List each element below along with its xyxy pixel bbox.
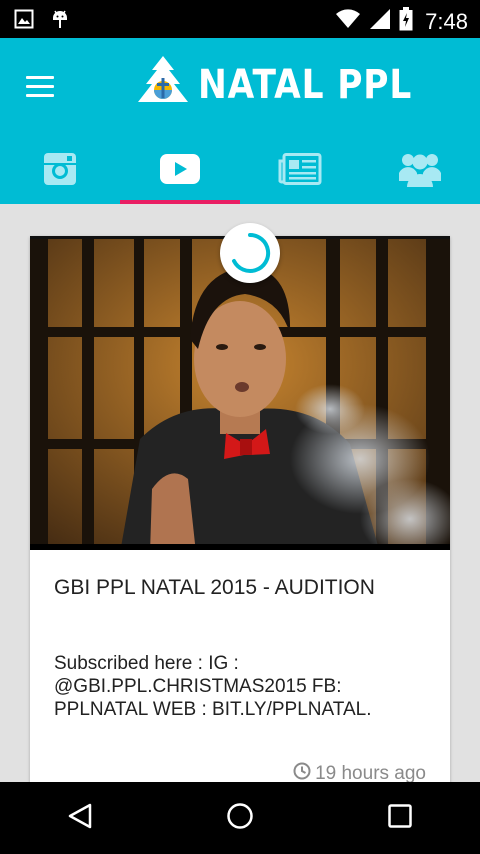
recents-button[interactable] <box>360 788 440 848</box>
brand-logo: NATAL PPL <box>136 54 447 115</box>
video-description: Subscribed here : IG : @GBI.PPL.CHRISTMA… <box>54 653 372 720</box>
loading-spinner <box>220 223 280 283</box>
tab-group[interactable] <box>360 138 480 204</box>
youtube-icon <box>160 153 200 189</box>
video-feed[interactable]: GBI PPL NATAL 2015 - AUDITION Subscribed… <box>0 204 480 782</box>
news-icon <box>278 152 322 190</box>
home-button[interactable] <box>200 788 280 848</box>
system-nav-bar <box>0 782 480 854</box>
tab-instagram[interactable] <box>0 138 120 204</box>
battery-icon <box>399 7 413 36</box>
group-icon <box>398 151 442 192</box>
app-bar: NATAL PPL <box>0 38 480 204</box>
tab-news[interactable] <box>240 138 360 204</box>
recents-icon <box>387 803 413 834</box>
android-icon <box>50 8 70 35</box>
home-icon <box>225 801 255 836</box>
tree-logo-icon <box>136 54 190 115</box>
back-icon <box>66 802 94 835</box>
video-thumbnail[interactable] <box>30 236 450 550</box>
signal-icon <box>369 8 391 35</box>
image-icon <box>14 9 34 34</box>
wifi-icon <box>335 9 361 34</box>
app-title: NATAL PPL <box>198 61 413 108</box>
video-time-label: 19 hours ago <box>315 763 426 782</box>
status-time: 7:48 <box>425 8 468 34</box>
video-card[interactable]: GBI PPL NATAL 2015 - AUDITION Subscribed… <box>30 236 450 782</box>
back-button[interactable] <box>40 788 120 848</box>
video-timestamp: 19 hours ago <box>293 762 426 782</box>
video-title[interactable]: GBI PPL NATAL 2015 - AUDITION <box>54 576 375 600</box>
tab-bar <box>0 138 480 204</box>
tab-youtube[interactable] <box>120 138 240 204</box>
instagram-icon <box>43 152 77 191</box>
status-bar: 7:48 <box>0 0 480 38</box>
hamburger-menu-icon[interactable] <box>26 68 70 104</box>
clock-icon <box>293 762 311 782</box>
